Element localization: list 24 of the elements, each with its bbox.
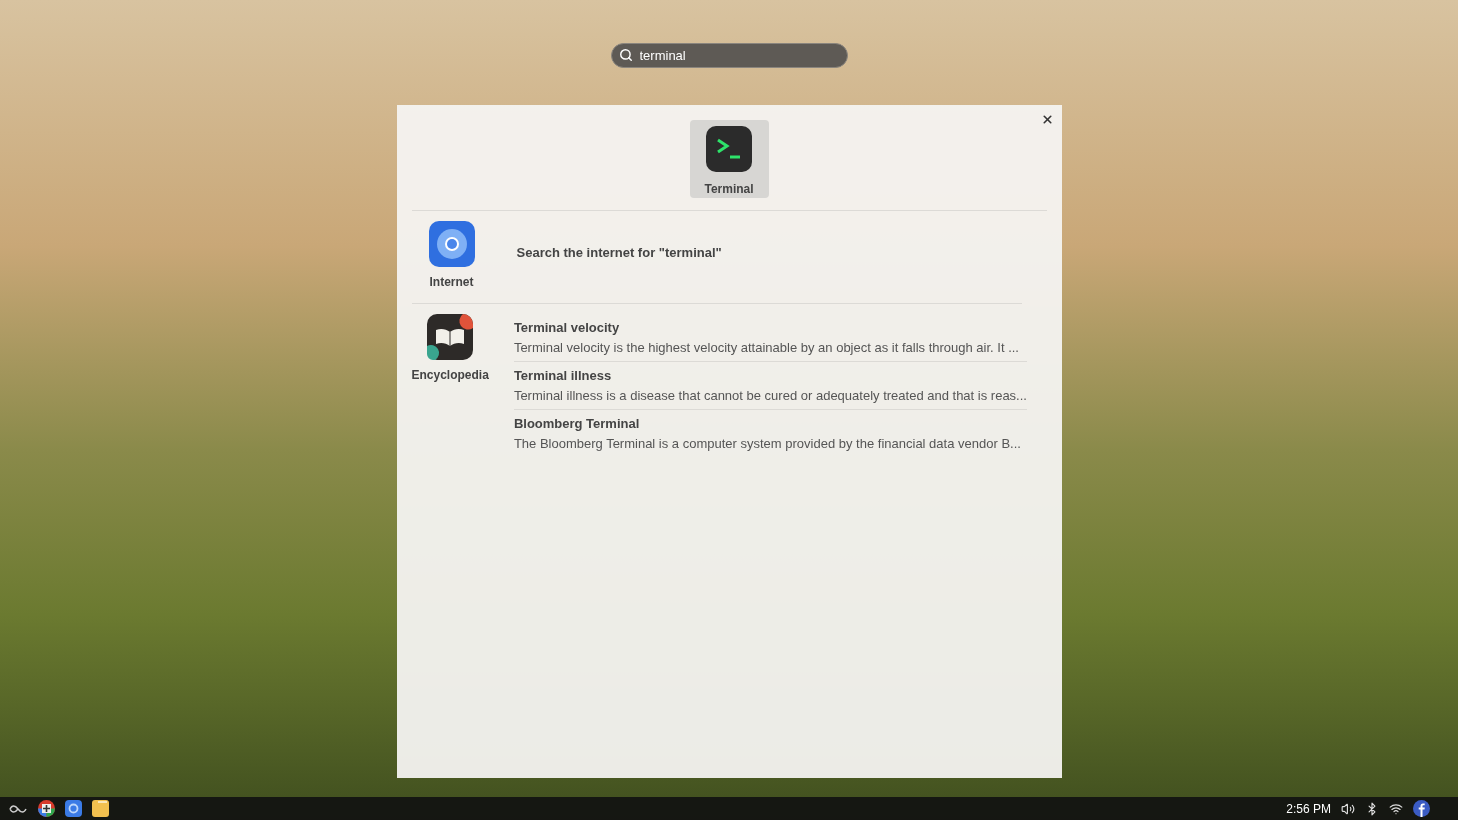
result-title[interactable]: Terminal illness <box>513 366 1027 386</box>
book-app-icon <box>427 314 474 360</box>
result-title[interactable]: Search the internet for "terminal" <box>516 243 997 263</box>
search-field[interactable]: terminal <box>610 43 848 68</box>
clock[interactable]: 2:56 PM <box>1286 799 1331 818</box>
app-tile[interactable]: Terminal <box>689 120 769 198</box>
result-description: Terminal illness is a disease that cannot be cured or adequately treated and that is reas... <box>513 386 1027 405</box>
infinity-logo-icon[interactable] <box>8 803 28 814</box>
volume-icon[interactable] <box>1341 801 1355 816</box>
result-title[interactable]: Terminal velocity <box>513 318 1027 338</box>
terminal-icon <box>706 126 752 172</box>
result-description: The Bloomberg Terminal is a computer system provided by the financial data vendor B... <box>513 434 1022 453</box>
app-store-icon[interactable] <box>38 800 55 817</box>
folder-icon[interactable] <box>92 800 109 817</box>
browser-app-icon <box>428 221 475 267</box>
browser-icon[interactable] <box>65 800 82 817</box>
search-icon <box>618 48 633 62</box>
close-icon <box>1041 112 1054 126</box>
wifi-icon[interactable] <box>1389 801 1403 816</box>
result-title[interactable]: Bloomberg Terminal <box>513 414 1027 434</box>
social-app-icon[interactable] <box>1413 800 1430 817</box>
section-label: Encyclopedia <box>411 367 489 384</box>
section-label: Internet <box>429 274 474 291</box>
result-description: Terminal velocity is the highest velocity attainable by an object as it falls through air. It ... <box>513 338 1020 357</box>
